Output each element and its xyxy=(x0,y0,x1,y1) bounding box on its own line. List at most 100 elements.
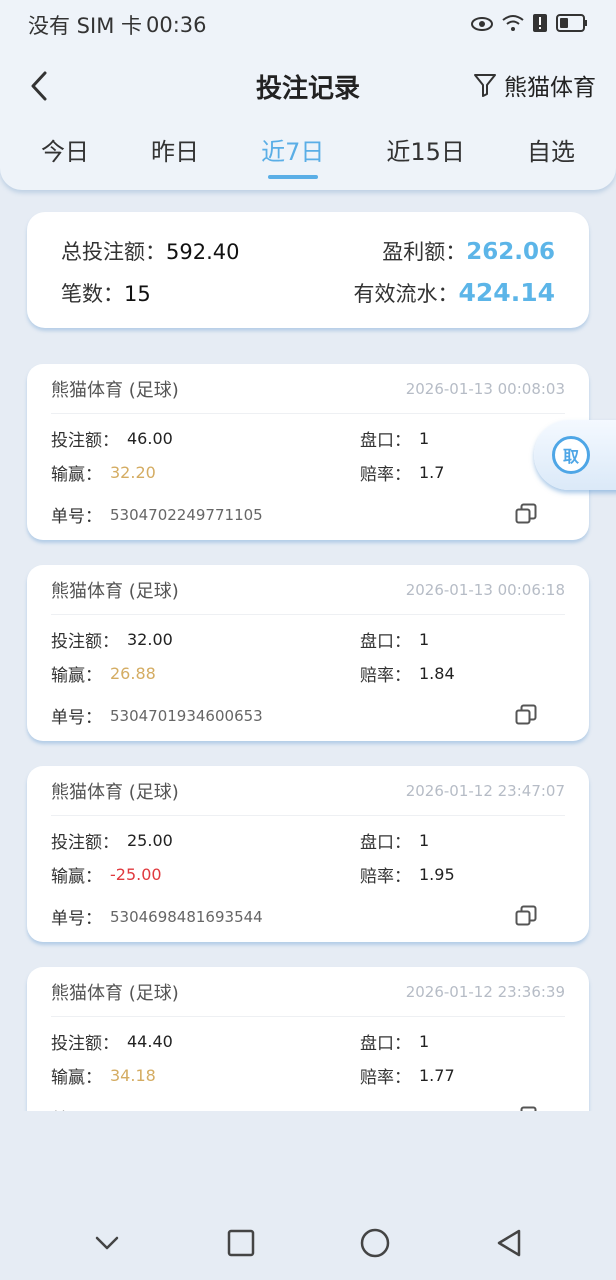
bet-amount-value: 25.00 xyxy=(127,831,173,850)
profit-value: 262.06 xyxy=(466,239,555,265)
nav-back-button[interactable] xyxy=(487,1221,531,1265)
withdraw-label: 取 xyxy=(562,447,579,466)
order-no-label: 单号： xyxy=(51,507,102,527)
valid-flow-label: 有效流水： xyxy=(353,282,459,306)
bet-record-list[interactable]: 熊猫体育 (足球) 2026-01-13 00:08:03 投注额： 46.00 … xyxy=(0,355,616,1111)
bet-record-card[interactable]: 熊猫体育 (足球) 2026-01-13 00:06:18 投注额： 32.00 … xyxy=(27,565,589,741)
handicap-field: 盘口： 1 xyxy=(360,627,429,652)
copy-icon[interactable] xyxy=(515,905,537,927)
chevron-down-icon xyxy=(95,1236,119,1250)
status-bar: 没有 SIM 卡 00:36 xyxy=(0,0,616,50)
back-button[interactable] xyxy=(22,68,56,104)
bet-amount-label: 投注额： xyxy=(51,1034,119,1054)
odds-label: 赔率： xyxy=(360,867,411,887)
withdraw-icon: 取 xyxy=(552,436,590,474)
triangle-left-icon xyxy=(497,1229,521,1257)
handicap-label: 盘口： xyxy=(360,833,411,853)
bet-amount-label: 投注额： xyxy=(51,431,119,451)
copy-icon[interactable] xyxy=(515,1106,537,1111)
odds-value: 1.84 xyxy=(419,664,455,683)
win-loss-value: 32.20 xyxy=(110,463,156,482)
nav-collapse-button[interactable] xyxy=(85,1221,129,1265)
win-loss-value: -25.00 xyxy=(110,865,162,884)
order-no-label: 单号： xyxy=(51,708,102,728)
chevron-left-icon xyxy=(31,71,47,101)
order-no-field: 单号： 5304701934600653 xyxy=(51,703,263,729)
bet-amount-value: 44.40 xyxy=(127,1032,173,1051)
bet-amount-field: 投注额： 44.40 xyxy=(51,1029,173,1054)
carrier-text: 没有 SIM 卡 xyxy=(28,14,142,38)
bet-amount-field: 投注额： 32.00 xyxy=(51,627,173,652)
circle-icon xyxy=(360,1228,390,1258)
record-time: 2026-01-12 23:36:39 xyxy=(405,982,565,1001)
tab-today[interactable]: 今日 xyxy=(33,126,97,173)
copy-icon[interactable] xyxy=(515,704,537,726)
battery-icon xyxy=(556,13,588,37)
handicap-value: 1 xyxy=(419,831,430,850)
tab-last-15-days[interactable]: 近15日 xyxy=(378,126,473,173)
odds-label: 赔率： xyxy=(360,1068,411,1088)
odds-field: 赔率： 1.7 xyxy=(360,460,444,485)
wifi-icon xyxy=(502,13,524,37)
bet-amount-value: 46.00 xyxy=(127,429,173,448)
handicap-field: 盘口： 1 xyxy=(360,828,429,853)
clock-text: 00:36 xyxy=(146,13,207,37)
order-no-label: 单号： xyxy=(51,909,102,929)
bet-record-card[interactable]: 熊猫体育 (足球) 2026-01-13 00:08:03 投注额： 46.00 … xyxy=(27,364,589,540)
filter-icon xyxy=(474,74,496,97)
count-value: 15 xyxy=(124,282,151,306)
order-no-label: 单号： xyxy=(51,1105,102,1111)
count-label: 笔数： xyxy=(61,282,124,306)
win-loss-value: 26.88 xyxy=(110,664,156,683)
system-nav-bar xyxy=(0,1206,616,1280)
order-no-field: 单号： xyxy=(51,1105,110,1111)
bet-amount-label: 投注额： xyxy=(51,632,119,652)
win-loss-label: 输赢： xyxy=(51,1068,102,1088)
order-no-field: 单号： 5304698481693544 xyxy=(51,904,263,930)
handicap-label: 盘口： xyxy=(360,1034,411,1054)
odds-value: 1.77 xyxy=(419,1066,455,1085)
alert-icon xyxy=(532,13,548,38)
bet-amount-field: 投注额： 46.00 xyxy=(51,426,173,451)
order-no-value: 5304701934600653 xyxy=(110,706,263,725)
eye-icon xyxy=(470,13,494,37)
win-loss-value: 34.18 xyxy=(110,1066,156,1085)
odds-label: 赔率： xyxy=(360,666,411,686)
bet-record-card[interactable]: 熊猫体育 (足球) 2026-01-12 23:36:39 投注额： 44.40 … xyxy=(27,967,589,1111)
handicap-value: 1 xyxy=(419,429,430,448)
bet-record-card[interactable]: 熊猫体育 (足球) 2026-01-12 23:47:07 投注额： 25.00 … xyxy=(27,766,589,942)
odds-field: 赔率： 1.95 xyxy=(360,862,455,887)
withdraw-float-button[interactable]: 取 xyxy=(534,420,616,490)
record-provider: 熊猫体育 (足球) xyxy=(51,379,179,401)
valid-flow-value: 424.14 xyxy=(458,278,555,307)
nav-recents-button[interactable] xyxy=(219,1221,263,1265)
order-no-value: 5304698481693544 xyxy=(110,907,263,926)
tab-custom[interactable]: 自选 xyxy=(519,126,583,173)
provider-filter-label: 熊猫体育 xyxy=(504,75,596,101)
date-range-tabs: 今日 昨日 近7日 近15日 自选 xyxy=(10,126,606,176)
nav-home-button[interactable] xyxy=(353,1221,397,1265)
win-loss-label: 输赢： xyxy=(51,666,102,686)
win-loss-label: 输赢： xyxy=(51,867,102,887)
tab-yesterday[interactable]: 昨日 xyxy=(143,126,207,173)
record-provider: 熊猫体育 (足球) xyxy=(51,781,179,803)
record-provider: 熊猫体育 (足球) xyxy=(51,580,179,602)
order-no-field: 单号： 5304702249771105 xyxy=(51,502,263,528)
bet-amount-field: 投注额： 25.00 xyxy=(51,828,173,853)
total-bet-label: 总投注额： xyxy=(61,240,166,264)
tab-last-7-days[interactable]: 近7日 xyxy=(253,126,332,173)
record-time: 2026-01-12 23:47:07 xyxy=(405,781,565,800)
handicap-label: 盘口： xyxy=(360,431,411,451)
record-time: 2026-01-13 00:06:18 xyxy=(405,580,565,599)
profit-label: 盈利额： xyxy=(382,240,467,264)
win-loss-field: 输赢： -25.00 xyxy=(51,862,162,887)
handicap-field: 盘口： 1 xyxy=(360,426,429,451)
odds-field: 赔率： 1.77 xyxy=(360,1063,455,1088)
provider-filter-button[interactable]: 熊猫体育 xyxy=(472,68,596,102)
summary-card: 总投注额：592.40 盈利额：262.06 笔数：15 有效流水：424.14 xyxy=(27,212,589,328)
bet-amount-label: 投注额： xyxy=(51,833,119,853)
square-icon xyxy=(227,1229,255,1257)
bet-amount-value: 32.00 xyxy=(127,630,173,649)
record-time: 2026-01-13 00:08:03 xyxy=(405,379,565,398)
copy-icon[interactable] xyxy=(515,503,537,525)
